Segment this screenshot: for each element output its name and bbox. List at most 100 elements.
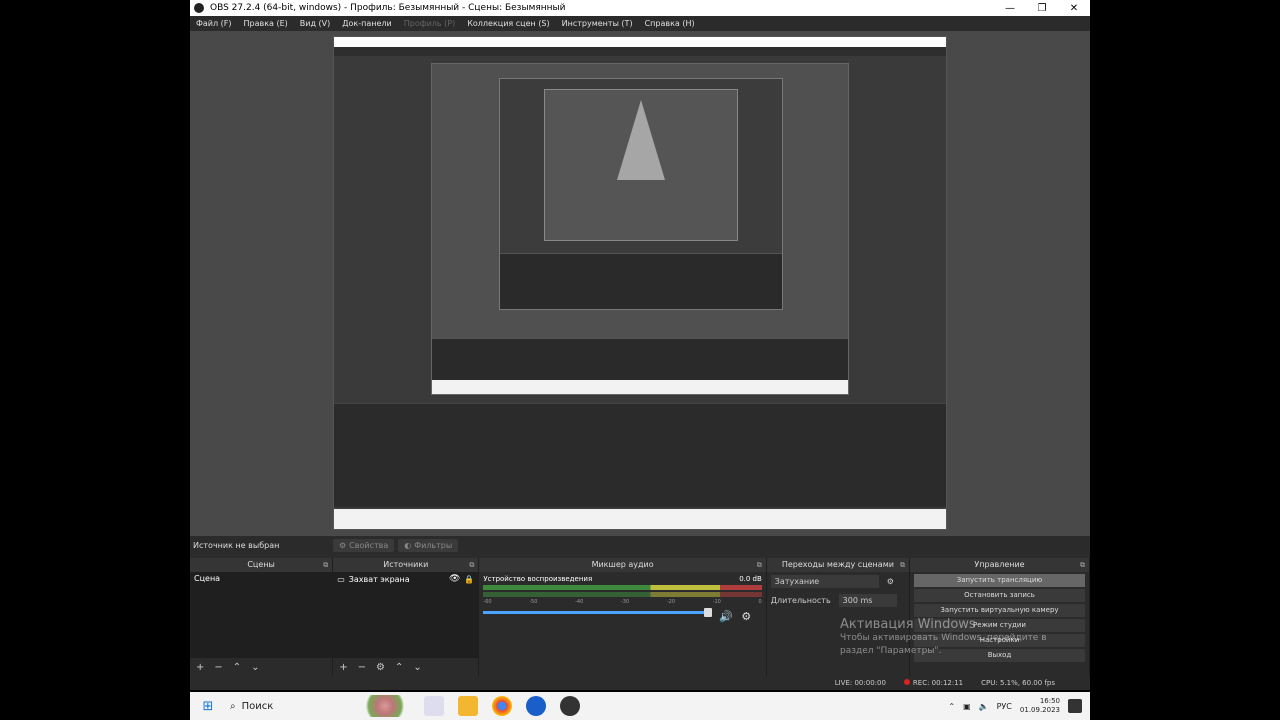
minimize-button[interactable]: — [994,3,1026,14]
menu-file[interactable]: Файл (F) [190,19,238,28]
rec-indicator: REC: 00:12:11 [903,679,963,687]
lock-icon[interactable]: 🔒 [464,575,474,584]
live-indicator: LIVE: 00:00:00 [834,679,886,687]
cpu-indicator: CPU: 5.1%, 60.00 fps [981,679,1055,687]
slider-handle[interactable] [704,608,713,617]
menu-tools[interactable]: Инструменты (T) [556,19,639,28]
controls-dock: Управление ⧉ Запустить трансляцию Остано… [910,558,1090,676]
speaker-icon[interactable]: 🔊 [719,610,733,623]
recursive-preview-level-4 [544,89,738,241]
properties-button[interactable]: ⚙ Свойства [333,538,395,552]
move-down-icon[interactable]: ⌄ [413,662,421,673]
move-up-icon[interactable]: ⌃ [233,662,241,673]
left-black-border [0,0,190,720]
source-item[interactable]: ▭ Захват экрана 👁 🔒 [333,572,478,586]
duration-label: Длительность [770,596,831,605]
undock-icon[interactable]: ⧉ [469,558,474,572]
right-black-border [1090,0,1280,720]
move-up-icon[interactable]: ⌃ [395,662,403,673]
record-dot-icon [903,679,910,685]
remove-source-icon[interactable]: − [358,662,366,673]
undock-icon[interactable]: ⧉ [323,558,328,572]
undock-icon[interactable]: ⧉ [1080,558,1085,572]
status-bar: LIVE: 00:00:00 REC: 00:12:11 CPU: 5.1%, … [190,676,1090,690]
obs-window: OBS 27.2.4 (64-bit, windows) - Профиль: … [190,0,1090,690]
app-blue-icon[interactable] [526,696,546,716]
gear-icon[interactable]: ⚙ [741,610,751,623]
sources-toolbar: + − ⚙ ⌃ ⌄ [333,658,479,676]
title-bar: OBS 27.2.4 (64-bit, windows) - Профиль: … [190,0,1090,16]
db-readout: 0.0 dB [739,575,762,583]
gear-icon: ⚙ [339,540,347,550]
exit-button[interactable]: Выход [914,649,1085,662]
clock[interactable]: 16:50 01.09.2023 [1020,697,1060,715]
no-source-label: Источник не выбран [193,540,280,550]
dock-area: Сцены ⧉ Сцена + − ⌃ ⌄ Источники ⧉ ▭ Захв [190,558,1090,676]
system-tray: ⌃ ▣ 🔈 РУС 16:50 01.09.2023 [948,697,1090,715]
preview-canvas[interactable] [190,31,1090,536]
start-virtual-camera-button[interactable]: Запустить виртуальную камеру [914,604,1085,617]
scenes-toolbar: + − ⌃ ⌄ [190,658,333,676]
controls-dock-header: Управление ⧉ [910,558,1089,572]
mixer-channel: Устройство воспроизведения 0.0 dB [479,572,765,583]
scenes-dock: Сцены ⧉ Сцена + − ⌃ ⌄ [190,558,334,676]
notification-icon[interactable] [1068,699,1082,713]
speaker-icon[interactable]: 🔈 [979,702,989,711]
sources-dock: Источники ⧉ ▭ Захват экрана 👁 🔒 + − ⚙ ⌃ … [333,558,480,676]
transition-select[interactable]: Затухание [770,575,879,588]
nested-docks-level-3 [500,253,782,309]
menu-edit[interactable]: Правка (E) [238,19,294,28]
network-icon[interactable]: ▣ [963,702,971,711]
duration-input[interactable]: 300 ms [838,594,897,607]
menu-help[interactable]: Справка (H) [639,19,701,28]
undock-icon[interactable]: ⧉ [900,558,905,572]
menu-view[interactable]: Вид (V) [294,19,336,28]
window-controls: — ❐ ✕ [994,3,1090,14]
add-source-icon[interactable]: + [339,662,347,673]
task-view-icon[interactable] [424,696,444,716]
undock-icon[interactable]: ⧉ [757,558,762,572]
volume-meter-right [483,592,762,597]
file-explorer-icon[interactable] [458,696,478,716]
gear-icon[interactable]: ⚙ [376,662,385,673]
nested-title-bar [334,37,946,47]
recursive-preview [333,36,947,530]
windows-taskbar: ⊞ ⌕ Поиск ⌃ ▣ 🔈 РУС 16:50 01.09.2023 [190,692,1090,720]
stop-recording-button[interactable]: Остановить запись [914,589,1085,602]
gear-icon[interactable]: ⚙ [887,577,894,586]
settings-button[interactable]: Настройки [914,634,1085,647]
language-indicator[interactable]: РУС [997,702,1012,711]
window-title: OBS 27.2.4 (64-bit, windows) - Профиль: … [210,3,566,13]
obs-logo-icon [194,3,204,13]
maximize-button[interactable]: ❐ [1026,3,1058,14]
chrome-icon[interactable] [492,696,512,716]
volume-slider[interactable] [483,608,713,617]
menu-docks[interactable]: Док-панели [336,19,397,28]
nested-taskbar-level-2 [432,380,848,394]
scene-item[interactable]: Сцена [190,572,332,585]
windows-start-icon[interactable]: ⊞ [198,699,218,714]
nested-taskbar [334,509,946,529]
start-streaming-button[interactable]: Запустить трансляцию [914,574,1085,587]
close-button[interactable]: ✕ [1058,3,1090,14]
studio-mode-button[interactable]: Режим студии [914,619,1085,632]
nested-menu-bar [334,47,946,56]
sources-list: ▭ Захват экрана 👁 🔒 [333,572,479,658]
taskbar-apps [424,696,580,716]
remove-scene-icon[interactable]: − [214,662,222,673]
add-scene-icon[interactable]: + [196,662,204,673]
taskbar-search[interactable]: ⌕ Поиск [230,701,360,712]
obs-app-icon[interactable] [560,696,580,716]
menu-profile[interactable]: Профиль (P) [398,19,461,28]
menu-scene-collection[interactable]: Коллекция сцен (S) [461,19,555,28]
filters-button[interactable]: ◐ Фильтры [398,538,459,552]
transitions-dock-header: Переходы между сценами ⧉ [766,558,909,572]
transition-row: Затухание ⚙ [767,572,909,591]
device-name: Устройство воспроизведения [483,575,593,583]
move-down-icon[interactable]: ⌄ [251,662,259,673]
chevron-up-icon[interactable]: ⌃ [948,702,955,711]
eye-icon[interactable]: 👁 [449,574,460,584]
recursive-preview-level-3 [499,78,783,310]
recursive-preview-level-2 [431,63,849,395]
search-highlight-image [360,695,410,717]
